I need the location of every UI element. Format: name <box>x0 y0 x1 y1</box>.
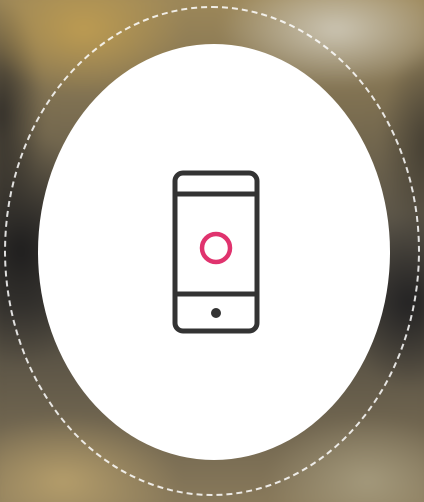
screen-ring-icon <box>199 231 233 265</box>
smartphone-icon <box>172 170 260 334</box>
phone-body <box>172 170 260 334</box>
home-button-dot <box>211 308 221 318</box>
hero-badge <box>0 0 424 502</box>
